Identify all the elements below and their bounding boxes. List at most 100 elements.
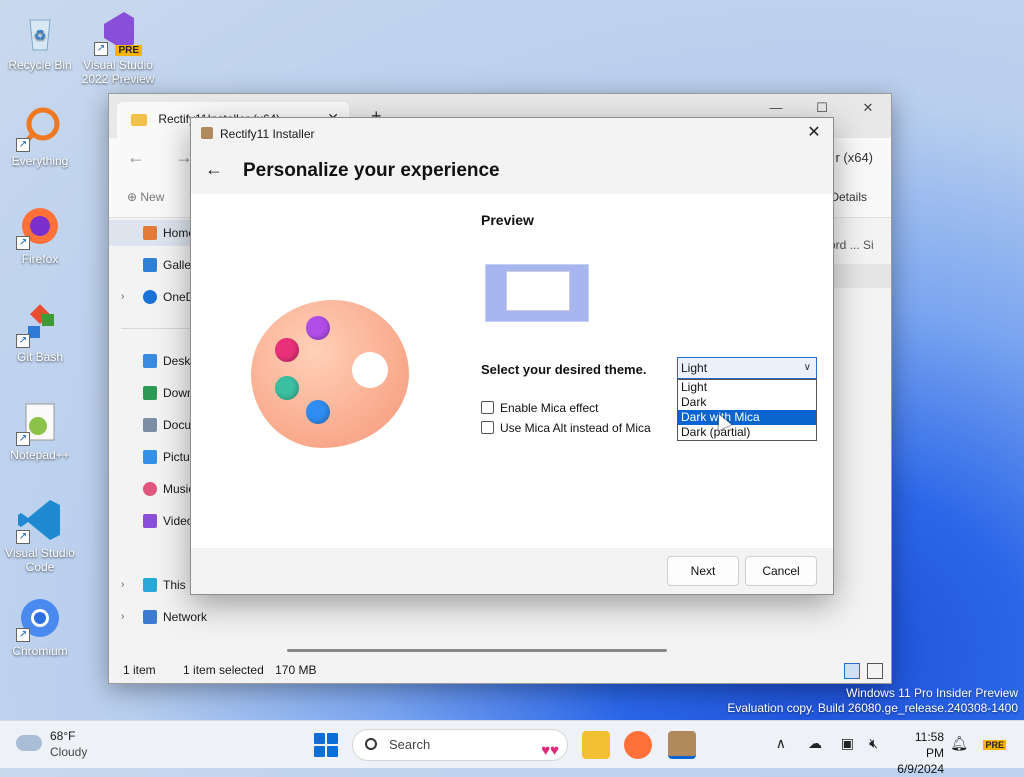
chevron-right-icon[interactable]: › [121, 284, 124, 310]
home-icon [143, 226, 157, 240]
checkbox-box[interactable] [481, 401, 494, 415]
clock-time: 11:58 PM [914, 730, 944, 760]
theme-select-value: Light [681, 361, 708, 375]
back-arrow-icon[interactable]: ← [127, 147, 145, 168]
theme-preview-image [485, 264, 589, 322]
minimize-icon[interactable]: — [753, 100, 799, 116]
desktop-icon-label: Notepad++ [10, 448, 70, 462]
folder-icon [131, 113, 147, 126]
shortcut-arrow-icon: ↗ [16, 432, 30, 446]
palette-dot-pink [275, 338, 299, 362]
preview-label: Preview [481, 212, 534, 228]
back-arrow-icon[interactable]: ← [205, 159, 223, 180]
cancel-button[interactable]: Cancel [745, 556, 817, 586]
next-button[interactable]: Next [667, 556, 739, 586]
close-icon[interactable]: ✕ [803, 122, 825, 144]
checkbox-box[interactable] [481, 421, 494, 435]
new-button[interactable]: ⊕ New [127, 190, 164, 204]
desktop-icon-recycle-bin[interactable]: ♻ Recycle Bin [0, 8, 80, 72]
start-button[interactable] [314, 733, 338, 757]
theme-option-dark-partial[interactable]: Dark (partial) [678, 425, 816, 440]
clock-date: 6/9/2024 [897, 762, 944, 776]
shortcut-arrow-icon: ↗ [16, 236, 30, 250]
mica-alt-checkbox[interactable]: Use Mica Alt instead of Mica [481, 420, 651, 435]
theme-option-dark-mica[interactable]: Dark with Mica [678, 410, 816, 425]
taskbar-search-box[interactable]: Search ♥♥ [352, 729, 568, 761]
installer-body: Preview Select your desired theme. Light… [191, 194, 833, 550]
cloud-icon [16, 735, 42, 751]
system-clock[interactable]: 11:58 PM 6/9/2024 [897, 729, 944, 777]
details-view-icon[interactable] [843, 663, 860, 679]
column-header[interactable]: ord ... Si [829, 238, 874, 252]
search-highlight-icon: ♥♥ [541, 742, 559, 759]
desktop-icon-everything[interactable]: ↗ Everything [0, 104, 80, 168]
desktop-icon-chromium[interactable]: ↗ Chromium [0, 594, 80, 658]
plus-circle-icon: ⊕ [127, 190, 141, 204]
notification-bell-icon[interactable]: 🔔︎ [950, 735, 968, 752]
computer-icon [143, 578, 157, 592]
desktop-icon-git-bash[interactable]: ↗ Git Bash [0, 300, 80, 364]
installer-dialog: Rectify11 Installer ✕ ← Personalize your… [190, 117, 834, 595]
evaluation-watermark: Windows 11 Pro Insider Preview Evaluatio… [727, 686, 1018, 716]
volume-muted-icon[interactable]: 🔇︎ [869, 735, 878, 752]
chevron-up-icon[interactable]: ∧ [776, 735, 786, 752]
selected-file-row[interactable] [829, 264, 891, 288]
taskbar-installer-icon[interactable] [668, 731, 696, 759]
installer-header: ← Personalize your experience [191, 148, 833, 194]
view-toggle [840, 662, 883, 688]
document-icon [143, 418, 157, 432]
search-placeholder: Search [389, 737, 431, 752]
shortcut-arrow-icon: ↗ [16, 530, 30, 544]
theme-dropdown-list: Light Dark Dark with Mica Dark (partial) [677, 379, 817, 441]
scrollbar-thumb[interactable] [287, 649, 667, 652]
enable-mica-checkbox[interactable]: Enable Mica effect [481, 400, 599, 415]
tiles-view-icon[interactable] [867, 663, 883, 679]
palette-thumb-hole [352, 352, 388, 388]
horizontal-scrollbar[interactable] [257, 647, 893, 653]
desktop-icon-label: Git Bash [16, 350, 64, 364]
windows-logo-icon [327, 746, 338, 757]
gallery-icon [143, 258, 157, 272]
theme-option-light[interactable]: Light [678, 380, 816, 395]
everything-search-icon: ↗ [16, 104, 64, 152]
desktop-icon-label: Visual Studio 2022 Preview [81, 58, 155, 86]
copilot-icon[interactable]: PRE [983, 735, 1006, 751]
maximize-icon[interactable]: ☐ [799, 100, 845, 116]
desktop-icon-visual-studio-preview[interactable]: PRE ↗ Visual Studio 2022 Preview [78, 8, 158, 86]
installer-titlebar: Rectify11 Installer ✕ [191, 118, 833, 148]
shortcut-arrow-icon: ↗ [16, 138, 30, 152]
weather-temperature: 68°F [50, 729, 76, 743]
chevron-right-icon[interactable]: › [121, 572, 124, 598]
music-icon [143, 482, 157, 496]
desktop-icon-label: Firefox [21, 252, 59, 266]
onedrive-icon [143, 290, 157, 304]
onedrive-offline-icon[interactable]: ☁ [808, 735, 822, 752]
theme-select[interactable]: Light ∨ [677, 357, 817, 379]
details-button[interactable]: Details [830, 190, 867, 204]
chevron-down-icon: ∨ [803, 362, 811, 373]
palette-dot-teal [275, 376, 299, 400]
close-window-icon[interactable]: ✕ [845, 100, 891, 116]
address-bar[interactable]: r (x64) [835, 150, 873, 165]
theme-option-dark[interactable]: Dark [678, 395, 816, 410]
desktop-icon-firefox[interactable]: ↗ Firefox [0, 202, 80, 266]
taskbar-file-explorer-icon[interactable] [582, 731, 610, 759]
sidebar-item-label: Network [163, 610, 208, 624]
search-icon [365, 738, 377, 750]
desktop-icon-vscode[interactable]: ↗ Visual Studio Code [0, 496, 80, 574]
palette-dot-blue [306, 400, 330, 424]
network-icon [143, 610, 157, 624]
network-icon[interactable]: ▣ [841, 735, 854, 752]
sidebar-item-network[interactable]: › Network [109, 604, 257, 630]
desktop-icon-notepadpp[interactable]: ↗ Notepad++ [0, 398, 80, 462]
windows-logo-icon [314, 746, 325, 757]
pictures-icon [143, 450, 157, 464]
windows-logo-icon [314, 733, 325, 744]
shortcut-arrow-icon: ↗ [94, 42, 108, 56]
taskbar-firefox-icon[interactable] [624, 731, 652, 759]
pre-badge: PRE [115, 45, 142, 56]
installer-footer: Next Cancel [191, 548, 833, 594]
visual-studio-icon: PRE ↗ [94, 8, 142, 56]
chevron-right-icon[interactable]: › [121, 604, 124, 630]
desktop-icon-label: Chromium [12, 644, 68, 658]
